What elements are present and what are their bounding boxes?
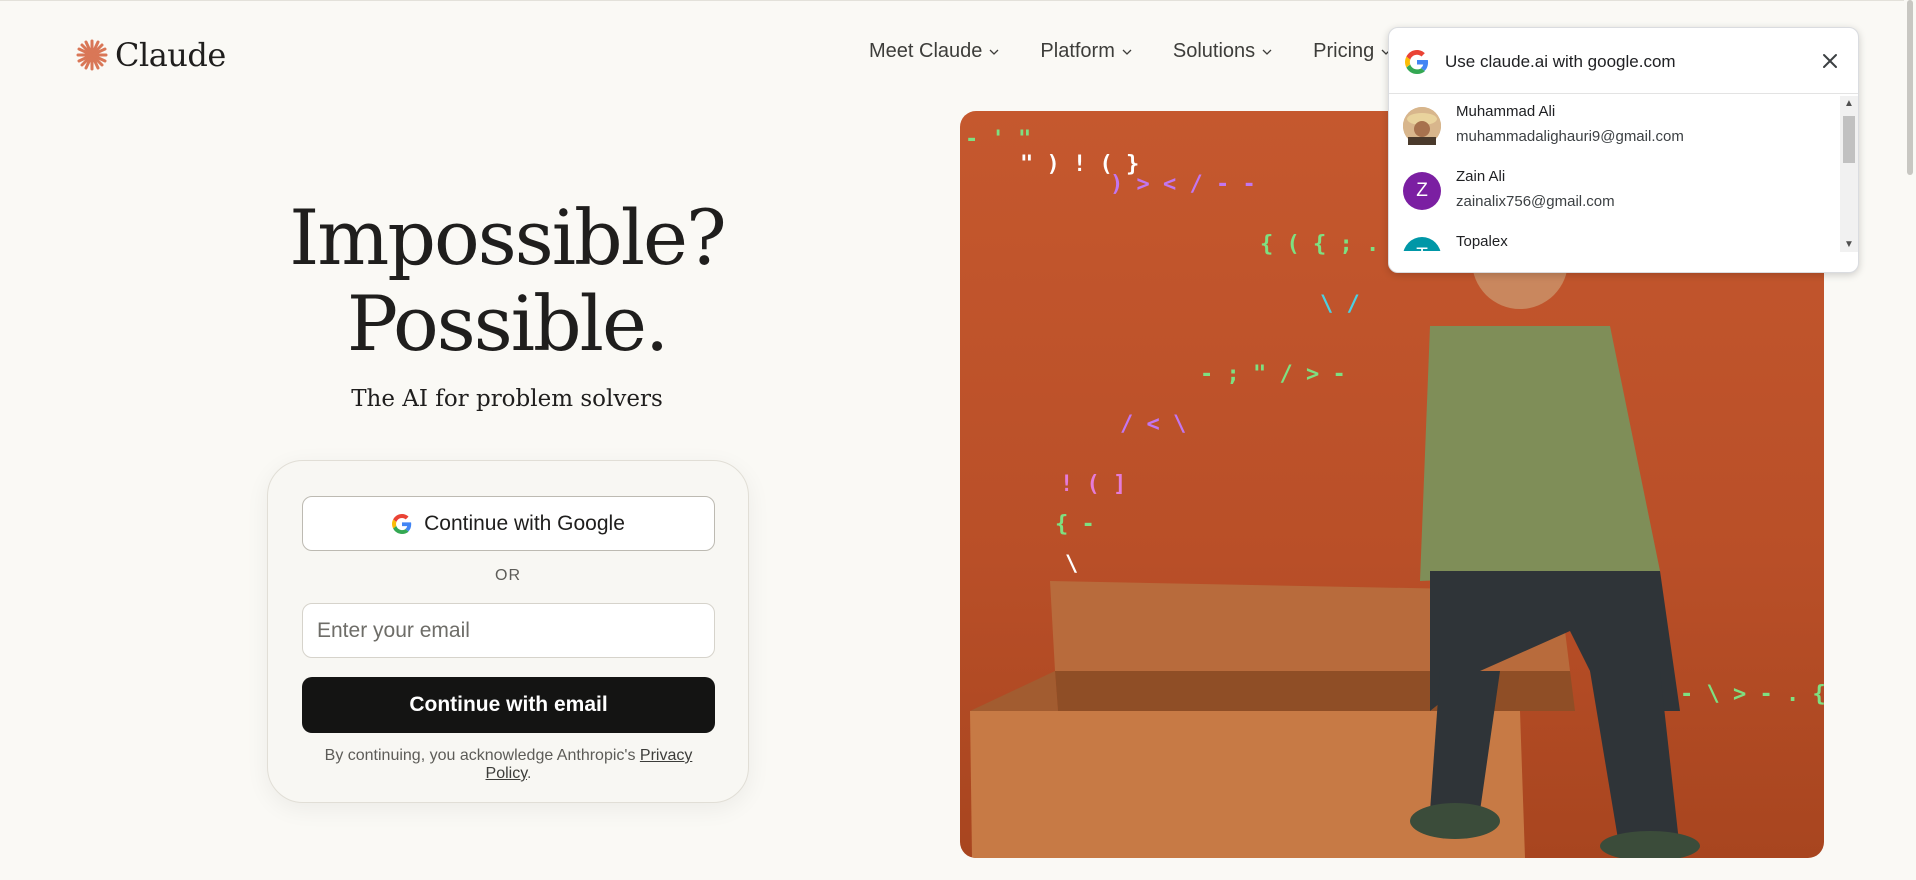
- nav-label: Meet Claude: [869, 40, 983, 62]
- account-item[interactable]: Z Zain Ali zainalix756@gmail.com: [1389, 160, 1837, 225]
- popup-title: Use claude.ai with google.com: [1445, 52, 1676, 71]
- svg-text:- ' ": - ' ": [965, 127, 1031, 152]
- account-item[interactable]: Muhammad Ali muhammadalighauri9@gmail.co…: [1389, 95, 1837, 160]
- svg-text:{ -: { -: [1055, 512, 1095, 537]
- continue-with-google-button[interactable]: Continue with Google: [302, 496, 715, 551]
- hero-title-line2: Possible.: [346, 279, 669, 368]
- popup-header: Use claude.ai with google.com: [1389, 28, 1858, 94]
- claude-logo[interactable]: Claude: [75, 36, 226, 74]
- svg-text:- \ > - . { -: - \ > - . { -: [1680, 682, 1824, 707]
- nav-meet-claude[interactable]: Meet Claude: [869, 40, 1000, 63]
- avatar: Z: [1403, 172, 1441, 210]
- avatar: T: [1403, 237, 1441, 251]
- svg-text:\: \: [1065, 552, 1078, 577]
- google-logo-icon: [1405, 50, 1429, 74]
- account-email: zainalix756@gmail.com: [1456, 193, 1615, 210]
- claude-starburst-icon: [76, 39, 108, 71]
- continue-with-email-button[interactable]: Continue with email: [302, 677, 715, 733]
- close-icon[interactable]: [1818, 49, 1842, 73]
- profile-photo-icon: [1403, 107, 1441, 145]
- account-email: muhammadalighauri9@gmail.com: [1456, 128, 1684, 145]
- hero-subtitle: The AI for problem solvers: [351, 386, 663, 412]
- scrollbar-thumb[interactable]: [1843, 116, 1855, 163]
- top-border: [0, 0, 1916, 1]
- account-item[interactable]: T Topalex: [1389, 225, 1837, 251]
- email-input[interactable]: [302, 603, 715, 658]
- chevron-down-icon: [1122, 49, 1132, 55]
- account-name: Zain Ali: [1456, 168, 1506, 185]
- svg-text:/ < \: / < \: [1120, 412, 1186, 437]
- nav-platform[interactable]: Platform: [1040, 40, 1132, 63]
- main-nav: Meet Claude Platform Solutions Pricing: [869, 40, 1432, 63]
- account-list: Muhammad Ali muhammadalighauri9@gmail.co…: [1389, 95, 1858, 272]
- legal-suffix: .: [527, 765, 532, 782]
- avatar: [1403, 107, 1441, 145]
- page-scrollbar-thumb[interactable]: [1907, 0, 1913, 175]
- google-one-tap-popup: Use claude.ai with google.com Muhammad A…: [1388, 27, 1859, 273]
- brand-name: Claude: [115, 36, 226, 74]
- or-divider: OR: [495, 567, 521, 584]
- nav-label: Pricing: [1313, 40, 1375, 62]
- google-button-label: Continue with Google: [424, 511, 625, 535]
- nav-pricing[interactable]: Pricing: [1313, 40, 1392, 63]
- nav-label: Solutions: [1172, 40, 1256, 62]
- login-card: Continue with Google OR Continue with em…: [267, 460, 749, 803]
- account-name: Muhammad Ali: [1456, 103, 1556, 120]
- google-logo-icon: [392, 513, 412, 534]
- scroll-down-arrow-icon[interactable]: ▼: [1844, 239, 1854, 250]
- page-scrollbar[interactable]: [1904, 0, 1916, 880]
- popup-scrollbar[interactable]: ▲ ▼: [1840, 96, 1858, 252]
- svg-text:) > < / - -: ) > < / - -: [1110, 172, 1256, 197]
- hero-title: Impossible? Possible.: [207, 195, 807, 367]
- scroll-up-arrow-icon[interactable]: ▲: [1844, 98, 1854, 109]
- hero-title-line1: Impossible?: [289, 193, 726, 282]
- svg-text:! ( ]: ! ( ]: [1060, 472, 1126, 497]
- nav-label: Platform: [1040, 40, 1115, 62]
- account-name: Topalex: [1456, 233, 1508, 250]
- legal-notice: By continuing, you acknowledge Anthropic…: [302, 747, 715, 783]
- svg-text:- ; " / > -: - ; " / > -: [1200, 362, 1346, 387]
- legal-text: By continuing, you acknowledge Anthropic…: [324, 747, 640, 764]
- chevron-down-icon: [1262, 49, 1272, 55]
- nav-solutions[interactable]: Solutions: [1173, 40, 1273, 63]
- chevron-down-icon: [989, 49, 999, 55]
- svg-text:\ /: \ /: [1320, 292, 1360, 317]
- svg-text:{ ( { ; . .: { ( { ; . .: [1260, 232, 1406, 257]
